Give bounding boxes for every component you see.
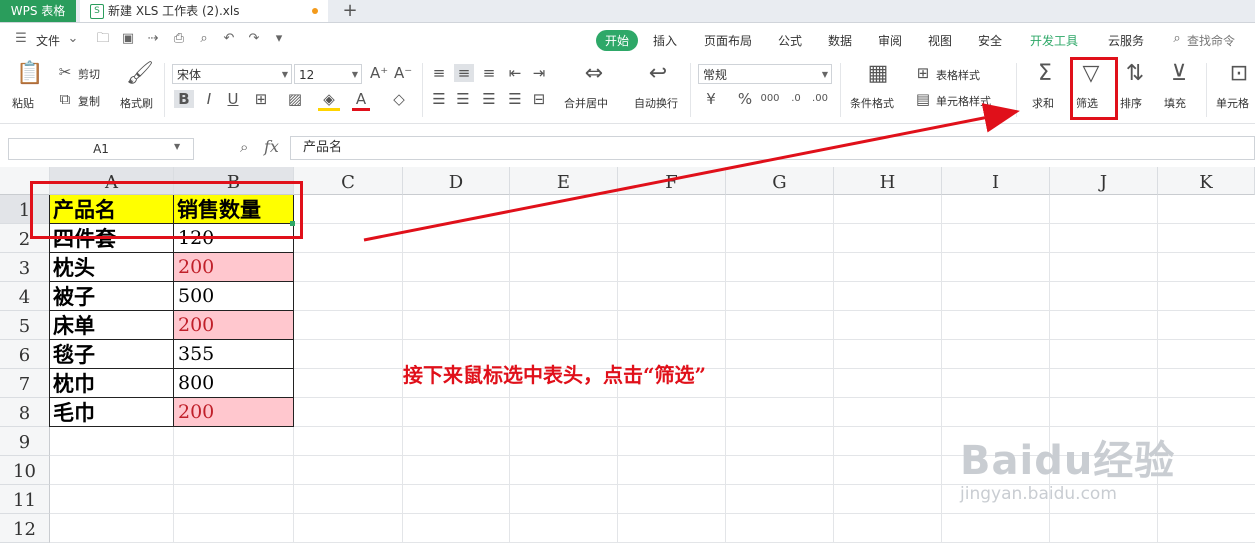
watermark: Baidu经验 jingyan.baidu.com xyxy=(960,428,1175,504)
watermark-url: jingyan.baidu.com xyxy=(960,484,1117,504)
watermark-brand: Baidu经验 xyxy=(960,438,1176,484)
instruction-annotation: 接下来鼠标选中表头，点击“筛选” xyxy=(403,363,707,387)
